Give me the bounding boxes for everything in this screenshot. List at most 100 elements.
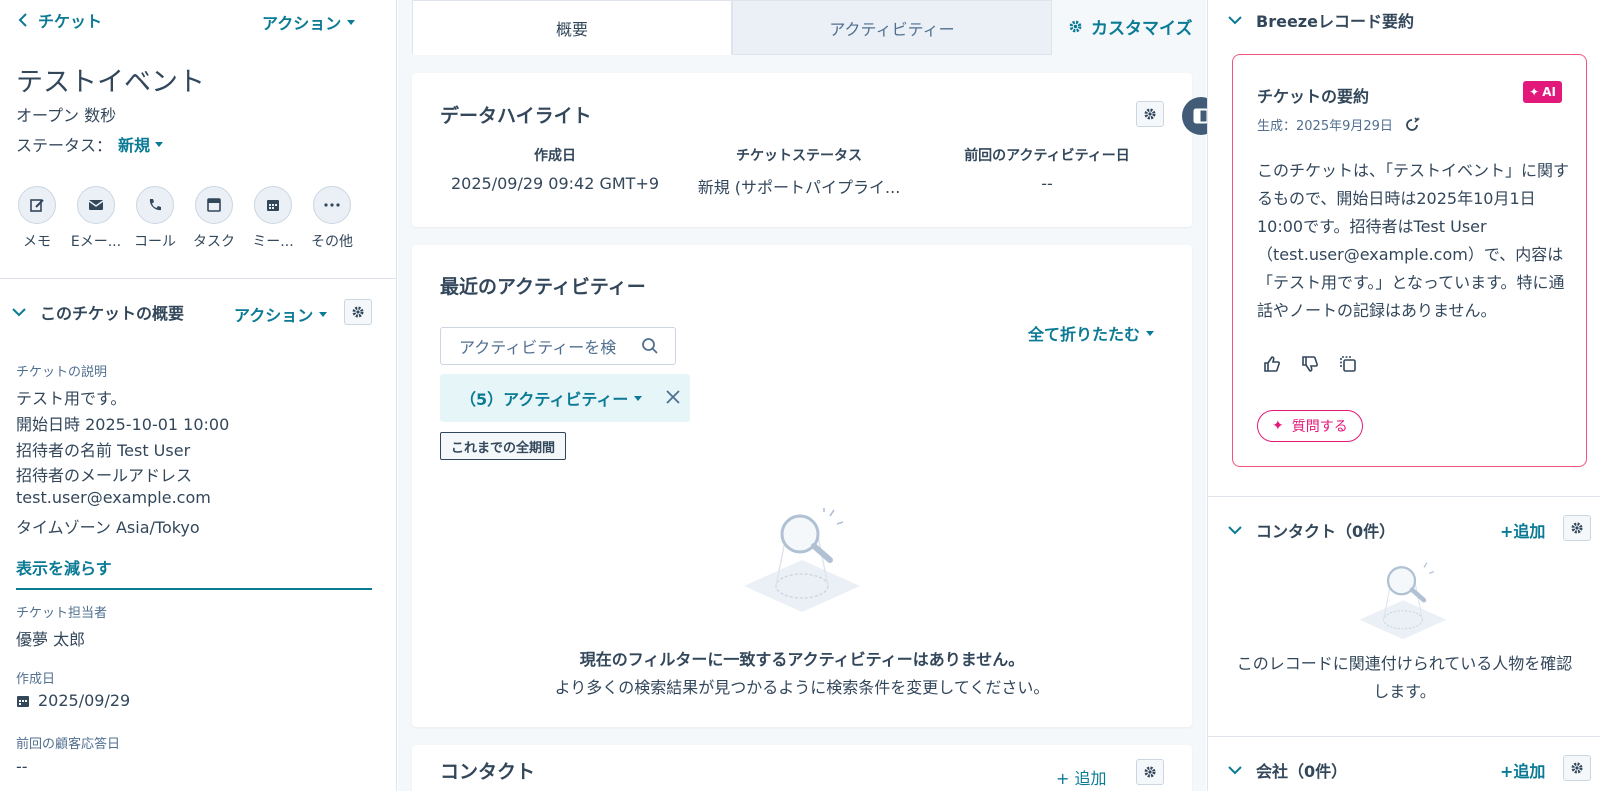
about-actions-label: アクション bbox=[234, 306, 314, 325]
right-sidebar: Breezeレコード要約 チケットの要約 ✦ AI 生成：2025年9月29日 … bbox=[1207, 0, 1600, 791]
about-section-title: このチケットの概要 bbox=[40, 304, 185, 323]
highlight-value: 2025/09/29 09:42 GMT+9 bbox=[450, 174, 660, 193]
ask-question-label: 質問する bbox=[1291, 419, 1348, 435]
created-date-field[interactable]: 2025/09/29 bbox=[16, 691, 130, 710]
task-icon bbox=[207, 198, 221, 212]
created-value: 2025/09/29 bbox=[38, 691, 131, 710]
contacts-card-title: コンタクト bbox=[440, 761, 536, 783]
calendar-icon bbox=[267, 200, 279, 211]
highlight-header: チケットステータス bbox=[736, 148, 862, 164]
company-section-toggle[interactable]: 会社（0件） bbox=[1228, 758, 1347, 782]
activity-filter-chip[interactable]: （5）アクティビティー bbox=[440, 374, 690, 422]
chevron-down-icon bbox=[1228, 766, 1242, 775]
search-icon bbox=[642, 338, 658, 354]
highlight-value: 新規 (サポートパイプライ... bbox=[697, 178, 901, 197]
show-less-link[interactable]: 表示を減らす bbox=[16, 555, 112, 579]
email-button[interactable]: Eメー... bbox=[71, 186, 121, 251]
about-settings-button[interactable] bbox=[344, 299, 372, 325]
field-focus-underline bbox=[16, 588, 372, 590]
task-label: タスク bbox=[193, 234, 235, 250]
contacts-section-title: コンタクト（0件） bbox=[1256, 522, 1396, 541]
last-reply-value: -- bbox=[16, 757, 28, 776]
ask-question-button[interactable]: ✦ 質問する bbox=[1257, 410, 1363, 442]
caret-down-icon bbox=[155, 141, 164, 147]
contacts-settings-button[interactable] bbox=[1563, 515, 1591, 541]
divider bbox=[1208, 736, 1600, 737]
highlight-header: 作成日 bbox=[534, 148, 576, 164]
close-icon[interactable] bbox=[664, 388, 682, 406]
ai-feedback-row bbox=[1263, 355, 1357, 373]
caret-down-icon bbox=[319, 311, 328, 317]
gear-icon bbox=[1069, 20, 1082, 33]
filter-chip-label: （5）アクティビティー bbox=[460, 390, 629, 409]
ai-generated-date: 生成：2025年9月29日 bbox=[1257, 119, 1393, 134]
owner-value[interactable]: 優夢 太郎 bbox=[16, 626, 85, 650]
gear-icon bbox=[1571, 522, 1583, 534]
ai-badge-label: AI bbox=[1542, 85, 1556, 99]
gear-icon bbox=[1144, 108, 1156, 120]
period-filter-tag[interactable]: これまでの全期間 bbox=[440, 432, 567, 460]
ai-generated-row: 生成：2025年9月29日 bbox=[1257, 115, 1421, 134]
main-content: 概要 アクティビティー カスタマイズ データハイライト 作成日 2025/09/… bbox=[398, 0, 1206, 791]
highlight-header: 前回のアクティビティー日 bbox=[964, 148, 1130, 164]
call-label: コール bbox=[134, 234, 176, 250]
chevron-down-icon bbox=[12, 308, 26, 317]
owner-label: チケット担当者 bbox=[16, 606, 108, 621]
tab-overview[interactable]: 概要 bbox=[412, 0, 732, 55]
activity-search-input[interactable]: アクティビティーを検 bbox=[440, 327, 676, 365]
status-value: 新規 bbox=[118, 136, 151, 155]
highlights-settings-button[interactable] bbox=[1136, 101, 1164, 127]
record-title: テストイベント bbox=[16, 67, 205, 98]
recent-activities-card: 最近のアクティビティー アクティビティーを検 全て折りたたむ （5）アクティビテ… bbox=[412, 245, 1192, 727]
breeze-section-title: Breezeレコード要約 bbox=[1256, 12, 1414, 31]
add-contact-button[interactable]: + 追加 bbox=[1056, 765, 1107, 789]
description-line: test.user@example.com bbox=[16, 488, 211, 507]
contacts-card: コンタクト + 追加 bbox=[412, 745, 1192, 791]
about-actions-button[interactable]: アクション bbox=[234, 302, 328, 326]
tab-activities[interactable]: アクティビティー bbox=[732, 0, 1052, 55]
meeting-button[interactable]: ミー... bbox=[252, 186, 294, 251]
back-to-tickets-link[interactable]: チケット bbox=[18, 8, 102, 32]
caret-down-icon bbox=[634, 395, 643, 401]
note-button[interactable]: メモ bbox=[18, 186, 56, 251]
recent-activities-title: 最近のアクティビティー bbox=[440, 276, 646, 298]
phone-icon bbox=[149, 199, 161, 211]
gear-icon bbox=[352, 306, 364, 318]
task-button[interactable]: タスク bbox=[193, 186, 235, 251]
sparkle-icon: ✦ bbox=[1529, 85, 1540, 99]
empty-state-subtitle: より多くの検索結果が見つかるように検索条件を変更してください。 bbox=[554, 678, 1050, 697]
add-company-button[interactable]: +追加 bbox=[1500, 758, 1545, 782]
gear-icon bbox=[1571, 762, 1583, 774]
breeze-section-toggle[interactable]: Breezeレコード要約 bbox=[1228, 8, 1414, 32]
highlight-created: 作成日 2025/09/29 09:42 GMT+9 bbox=[440, 145, 670, 193]
thumbs-down-icon[interactable] bbox=[1301, 355, 1319, 373]
about-section-toggle[interactable]: このチケットの概要 bbox=[12, 300, 184, 324]
activity-buttons: メモ Eメー... コール タスク ミー... その他 bbox=[18, 186, 353, 251]
sparkle-icon: ✦ bbox=[1272, 418, 1284, 434]
ai-summary-text: このチケットは、「テストイベント」に関するもので、開始日時は2025年10月1日… bbox=[1257, 161, 1570, 320]
thumbs-up-icon[interactable] bbox=[1263, 355, 1281, 373]
regenerate-icon[interactable] bbox=[1403, 116, 1421, 134]
status-row: ステータス： 新規 bbox=[16, 132, 164, 156]
call-button[interactable]: コール bbox=[134, 186, 176, 251]
contacts-settings-button[interactable] bbox=[1136, 759, 1164, 785]
customize-button[interactable]: カスタマイズ bbox=[1068, 14, 1193, 39]
contacts-section-toggle[interactable]: コンタクト（0件） bbox=[1228, 518, 1395, 542]
divider bbox=[0, 278, 396, 279]
ai-summary-title: チケットの要約 bbox=[1257, 87, 1370, 106]
description-line: タイムゾーン Asia/Tokyo bbox=[16, 518, 200, 537]
copy-icon[interactable] bbox=[1339, 355, 1357, 373]
chevron-left-icon bbox=[18, 13, 27, 27]
highlight-last-activity: 前回のアクティビティー日 -- bbox=[932, 145, 1162, 193]
divider bbox=[1208, 496, 1600, 497]
description-line: 招待者のメールアドレス bbox=[16, 466, 193, 485]
data-highlights-card: データハイライト 作成日 2025/09/29 09:42 GMT+9 チケット… bbox=[412, 73, 1192, 227]
more-button[interactable]: その他 bbox=[311, 186, 353, 251]
record-actions-button[interactable]: アクション bbox=[262, 10, 356, 34]
add-contact-button[interactable]: +追加 bbox=[1500, 518, 1545, 542]
status-dropdown[interactable]: 新規 bbox=[118, 132, 164, 156]
collapse-all-button[interactable]: 全て折りたたむ bbox=[1028, 321, 1154, 345]
caret-down-icon bbox=[1146, 330, 1154, 336]
company-settings-button[interactable] bbox=[1563, 755, 1591, 781]
meeting-label: ミー... bbox=[252, 234, 294, 250]
